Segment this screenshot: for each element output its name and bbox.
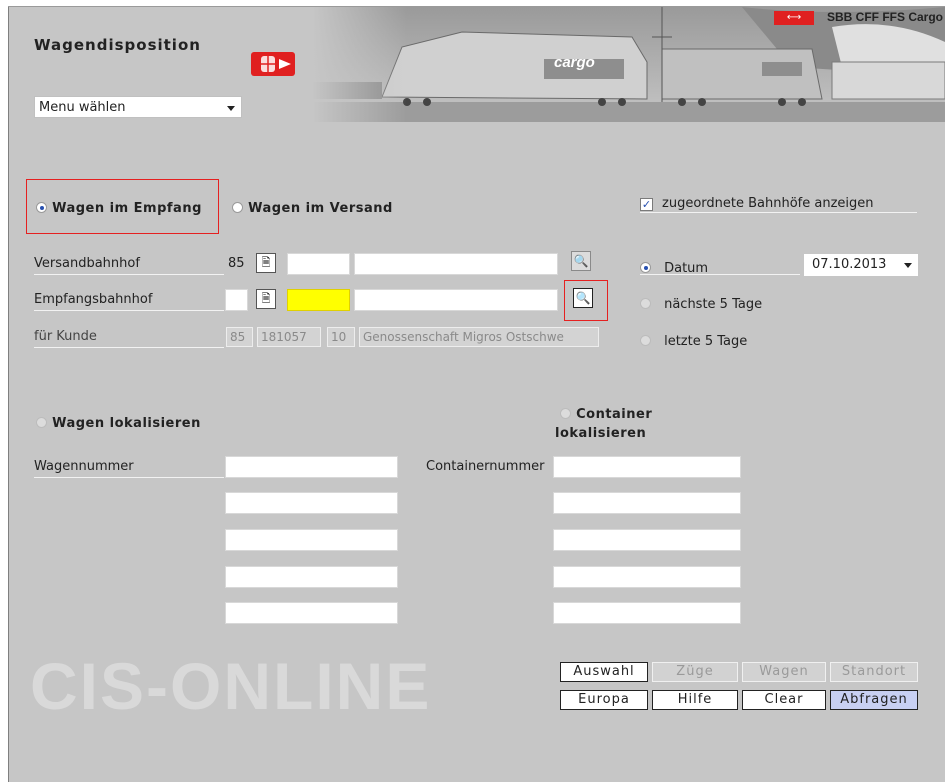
containernummer-input-1[interactable] [553,456,741,478]
radio-receive-label: Wagen im Empfang [52,201,202,216]
header-banner: cargo [312,7,945,122]
divider [34,347,224,348]
radio-last5[interactable]: letzte 5 Tage [640,330,747,349]
train-logo-icon [251,52,295,76]
wagennummer-input-2[interactable] [225,492,398,514]
kunde-name-field: Genossenschaft Migros Ostschwe [359,327,599,347]
document-icon: 🗎 [261,292,271,305]
divider [640,274,800,275]
sbb-flag-icon: ⟷ [774,11,814,25]
wagennummer-input-4[interactable] [225,566,398,588]
divider [34,274,224,275]
document-icon: 🗎 [261,256,271,269]
radio-wagen-lokalisieren-dot[interactable] [36,417,47,428]
chevron-down-icon [227,106,235,111]
versand-name-input[interactable] [354,253,558,275]
containernummer-input-5[interactable] [553,602,741,624]
radio-next5-label: nächste 5 Tage [664,297,763,312]
abfragen-button[interactable]: Abfragen [830,690,918,710]
divider [640,212,917,213]
banner-cargo-text: cargo [554,54,595,71]
window-top-edge [8,0,945,7]
radio-receive[interactable]: Wagen im Empfang [36,197,202,216]
date-select[interactable]: 07.10.2013 [804,254,918,276]
radio-wagen-lokalisieren-label: Wagen lokalisieren [52,416,201,431]
empfang-country-input[interactable] [225,289,248,311]
wagennummer-input-5[interactable] [225,602,398,624]
radio-datum-dot[interactable] [640,262,651,273]
containernummer-input-2[interactable] [553,492,741,514]
versand-search-button[interactable]: 🔍 [571,251,591,271]
empfang-code-input[interactable] [287,289,350,311]
radio-container-lokalisieren-dot[interactable] [560,408,571,419]
radio-last5-label: letzte 5 Tage [664,334,748,349]
assigned-stations-checkbox[interactable]: ✓ [640,198,653,211]
radio-dispatch[interactable]: Wagen im Versand [232,197,393,216]
radio-wagen-lokalisieren[interactable]: Wagen lokalisieren [36,412,201,431]
divider [34,310,224,311]
containernummer-input-3[interactable] [553,529,741,551]
radio-next5-dot[interactable] [640,298,651,309]
versand-code-input[interactable] [287,253,350,275]
wagennummer-input-1[interactable] [225,456,398,478]
wagennummer-input-3[interactable] [225,529,398,551]
kunde-suffix-field: 10 [327,327,355,347]
kunde-label: für Kunde [34,329,97,344]
empfang-label: Empfangsbahnhof [34,292,153,307]
watermark: CIS-ONLINE [30,649,432,723]
radio-next5[interactable]: nächste 5 Tage [640,293,762,312]
containernummer-label: Containernummer [426,459,545,474]
clear-button[interactable]: Clear [742,690,826,710]
versand-label: Versandbahnhof [34,256,140,271]
radio-dispatch-label: Wagen im Versand [248,201,393,216]
versand-document-button[interactable]: 🗎 [256,253,276,273]
radio-dispatch-dot[interactable] [232,202,243,213]
kunde-country-field: 85 [226,327,253,347]
radio-container-lokalisieren[interactable]: Container lokalisieren [555,403,675,441]
radio-receive-dot[interactable] [36,202,47,213]
magnifier-icon: 🔍 [575,291,591,305]
hilfe-button[interactable]: Hilfe [652,690,738,710]
menu-select[interactable]: Menu wählen [34,96,242,118]
europa-button[interactable]: Europa [560,690,648,710]
auswahl-button[interactable]: Auswahl [560,662,648,682]
versand-country: 85 [228,256,245,271]
wagennummer-label: Wagennummer [34,459,134,474]
page-title: Wagendisposition [34,36,201,54]
standort-button: Standort [830,662,918,682]
empfang-name-input[interactable] [354,289,558,311]
chevron-down-icon [904,263,912,268]
containernummer-input-4[interactable] [553,566,741,588]
empfang-document-button[interactable]: 🗎 [256,289,276,309]
menu-select-value: Menu wählen [39,100,126,115]
radio-last5-dot[interactable] [640,335,651,346]
divider [34,477,224,478]
train-banner-image [312,7,945,122]
empfang-search-button[interactable]: 🔍 [573,288,593,308]
app-window: cargo ⟷ SBB CFF FFS Cargo Wagendispositi… [0,0,945,782]
wagen-button: Wagen [742,662,826,682]
brand-label: SBB CFF FFS Cargo [827,10,943,24]
date-select-value: 07.10.2013 [812,257,887,272]
assigned-stations-label: zugeordnete Bahnhöfe anzeigen [662,196,874,211]
window-left-edge [0,0,9,782]
zuege-button: Züge [652,662,738,682]
kunde-number-field: 181057 [257,327,321,347]
magnifier-icon: 🔍 [573,254,589,268]
